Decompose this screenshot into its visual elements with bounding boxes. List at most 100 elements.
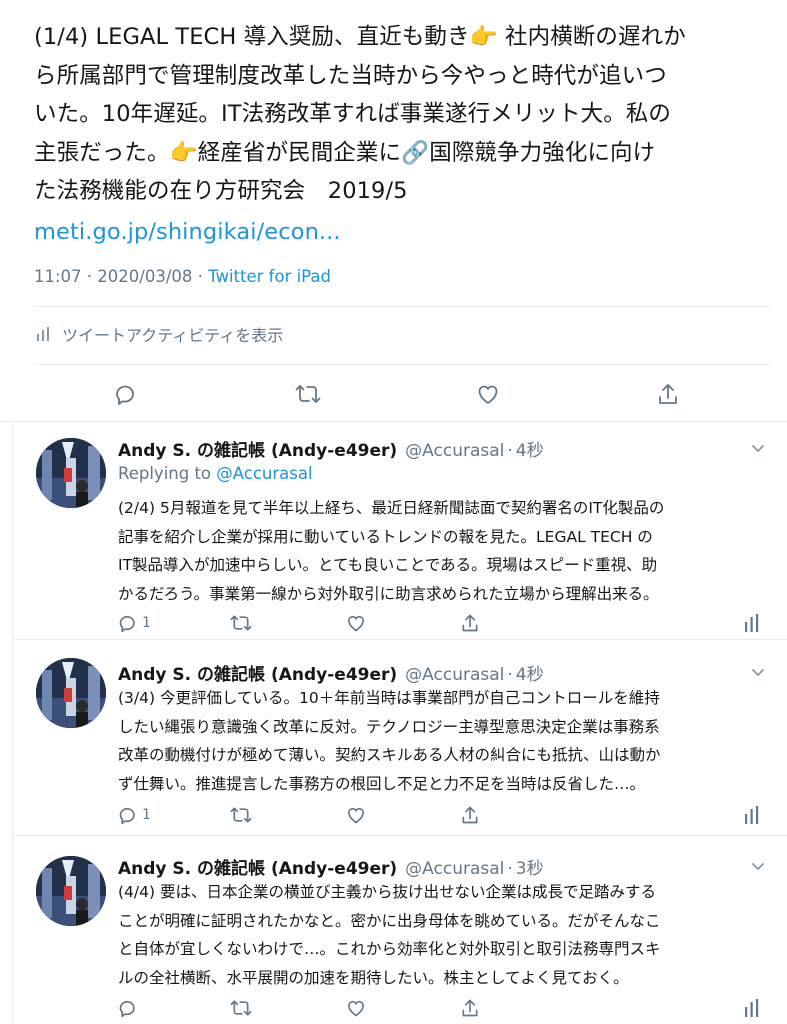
like-button[interactable]: [472, 378, 504, 410]
analytics-icon: [744, 806, 760, 824]
tweet-activity-link[interactable]: ツイートアクティビティを表示: [36, 322, 283, 346]
heart-icon: [476, 382, 500, 406]
tweet-line: (1/4) LEGAL TECH 導入奨励、直近も動き👉 社内横断の遅れか: [34, 24, 686, 50]
tweet-line: 主張だった。👉経産省が民間企業に🔗国際競争力強化に向け: [34, 139, 656, 166]
heart-icon: [346, 805, 366, 825]
reply-count: 1: [142, 615, 151, 631]
retweet-button[interactable]: [230, 996, 252, 1020]
retweet-button[interactable]: [230, 803, 252, 827]
reply-line: IT製品導入が加速中らしい。とても良いことである。現場はスピード重視、助: [118, 556, 658, 575]
reply-button[interactable]: 1: [118, 803, 151, 827]
tweet-line: いた。10年遅延。IT法務改革すれば事業遂行メリット大。私の: [34, 101, 672, 127]
reply-line: 記事を紹介し企業が採用に動いているトレンドの報を見た。LEGAL TECH の: [118, 527, 653, 546]
analytics-button[interactable]: [744, 996, 760, 1020]
reply-line: ず仕舞い。推進提言した事務方の根回し不足と力不足を当時は反省した…。: [118, 774, 646, 793]
chevron-down-icon: [748, 662, 768, 682]
user-handle[interactable]: @Accurasal: [405, 665, 504, 685]
reply-button[interactable]: [110, 378, 142, 410]
reply-line: かるだろう。事業第一線から対外取引に助言求められた立場から理解出来る。: [118, 584, 659, 603]
activity-label: ツイートアクティビティを表示: [62, 326, 284, 345]
reply-header: Andy S. の雑記帳 (Andy-e49er) @Accurasal · 4…: [118, 436, 544, 461]
share-button[interactable]: [460, 803, 480, 827]
retweet-button[interactable]: [230, 611, 252, 635]
reply-text: (2/4) 5月報道を見て半年以上経ち、最近日経新聞誌面で契約署名のIT化製品の…: [118, 494, 773, 608]
analytics-icon: [744, 614, 760, 632]
avatar[interactable]: [36, 856, 106, 926]
tweet-menu-button[interactable]: [748, 438, 768, 458]
timestamp[interactable]: 4秒: [516, 436, 544, 461]
reply-line: ルの全社横断、水平展開の加速を期待したい。株主としてよく見ておく。: [118, 968, 629, 987]
tweet-meta: 11:07 · 2020/03/08 · Twitter for iPad: [34, 267, 331, 286]
tweet-line: ら所属部門で管理制度改革した当時から今やっと時代が追いつ: [34, 62, 667, 89]
like-button[interactable]: [346, 803, 366, 827]
reply-line: と自体が宜しくないわけで…。これから効率化と対外取引と取引法務専門スキ: [118, 940, 661, 959]
tweet-menu-button[interactable]: [748, 662, 768, 682]
reply-line: (2/4) 5月報道を見て半年以上経ち、最近日経新聞誌面で契約署名のIT化製品の: [118, 499, 665, 517]
analytics-button[interactable]: [744, 611, 760, 635]
share-button[interactable]: [460, 996, 480, 1020]
display-name[interactable]: Andy S. の雑記帳 (Andy-e49er): [118, 660, 397, 685]
reply-line: ことが明確に証明されたかなと。密かに出身母体を眺めている。だがそんなこ: [118, 911, 661, 930]
separator: ·: [507, 859, 513, 879]
heart-icon: [346, 613, 366, 633]
reply-line: 改革の動機付けが極めて薄い。契約スキルある人材の糾合にも抵抗、山は動か: [118, 746, 661, 765]
reply-count: 1: [142, 807, 151, 823]
reply-line: (3/4) 今更評価している。10＋年前当時は事業部門が自己コントロールを維持: [118, 689, 660, 707]
main-tweet: (1/4) LEGAL TECH 導入奨励、直近も動き👉 社内横断の遅れか ら所…: [0, 0, 787, 422]
reply-action-bar: 1: [0, 803, 787, 831]
timestamp[interactable]: 3秒: [516, 854, 544, 879]
chevron-down-icon: [748, 856, 768, 876]
tweet-menu-button[interactable]: [748, 856, 768, 876]
reply-header: Andy S. の雑記帳 (Andy-e49er) @Accurasal · 4…: [118, 660, 544, 685]
reply-icon: [118, 613, 138, 633]
share-button[interactable]: [460, 611, 480, 635]
reply-tweet[interactable]: Andy S. の雑記帳 (Andy-e49er) @Accurasal · 3…: [0, 836, 787, 1024]
reply-line: したい縄張り意識強く改革に反対。テクノロジー主導型意思決定企業は事務系: [118, 717, 660, 736]
reply-icon: [118, 998, 138, 1018]
avatar[interactable]: [36, 438, 106, 508]
timestamp[interactable]: 4秒: [516, 660, 544, 685]
analytics-icon: [36, 327, 50, 341]
reply-icon: [114, 382, 138, 406]
display-name[interactable]: Andy S. の雑記帳 (Andy-e49er): [118, 854, 397, 879]
tweet-text: (1/4) LEGAL TECH 導入奨励、直近も動き👉 社内横断の遅れか ら所…: [34, 18, 769, 251]
like-button[interactable]: [346, 611, 366, 635]
reply-action-bar: [0, 996, 787, 1024]
replying-to-handle[interactable]: @Accurasal: [216, 464, 312, 483]
reply-line: (4/4) 要は、日本企業の横並び主義から抜け出せない企業は成長で足踏みする: [118, 883, 656, 901]
tweet-link[interactable]: meti.go.jp/shingikai/econ...: [34, 213, 769, 252]
display-name[interactable]: Andy S. の雑記帳 (Andy-e49er): [118, 436, 397, 461]
retweet-button[interactable]: [292, 378, 324, 410]
tweet-timestamp: 11:07 · 2020/03/08 ·: [34, 267, 209, 286]
retweet-icon: [230, 998, 252, 1018]
chevron-down-icon: [748, 438, 768, 458]
reply-text: (3/4) 今更評価している。10＋年前当時は事業部門が自己コントロールを維持 …: [118, 684, 773, 798]
avatar[interactable]: [36, 658, 106, 728]
analytics-button[interactable]: [744, 803, 760, 827]
separator: ·: [507, 441, 513, 461]
share-button[interactable]: [652, 378, 684, 410]
tweet-action-bar: [0, 372, 787, 416]
replying-prefix: Replying to: [118, 464, 217, 483]
reply-tweet[interactable]: Andy S. の雑記帳 (Andy-e49er) @Accurasal · 4…: [0, 422, 787, 640]
tweet-line: た法務機能の在り方研究会 2019/5: [34, 178, 408, 204]
user-handle[interactable]: @Accurasal: [405, 441, 504, 461]
retweet-icon: [295, 382, 321, 406]
replying-to: Replying to @Accurasal: [118, 464, 313, 483]
reply-header: Andy S. の雑記帳 (Andy-e49er) @Accurasal · 3…: [118, 854, 544, 879]
retweet-icon: [230, 805, 252, 825]
share-icon: [656, 382, 680, 406]
reply-icon: [118, 805, 138, 825]
reply-button[interactable]: 1: [118, 611, 151, 635]
reply-text: (4/4) 要は、日本企業の横並び主義から抜け出せない企業は成長で足踏みする こ…: [118, 878, 773, 992]
tweet-source-link[interactable]: Twitter for iPad: [208, 267, 331, 286]
share-icon: [460, 805, 480, 825]
reply-button[interactable]: [118, 996, 142, 1020]
like-button[interactable]: [346, 996, 366, 1020]
user-handle[interactable]: @Accurasal: [405, 859, 504, 879]
reply-action-bar: 1: [0, 611, 787, 639]
share-icon: [460, 613, 480, 633]
analytics-icon: [744, 999, 760, 1017]
divider: [34, 306, 771, 307]
reply-tweet[interactable]: Andy S. の雑記帳 (Andy-e49er) @Accurasal · 4…: [0, 640, 787, 836]
